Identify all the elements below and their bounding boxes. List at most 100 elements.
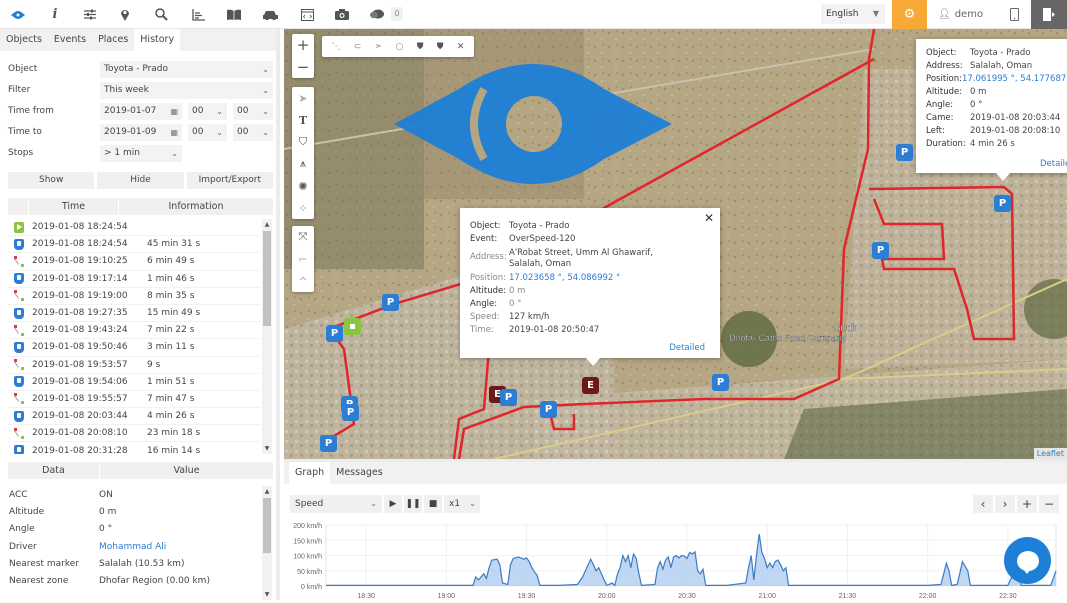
driver-link[interactable]: Mohammad Ali	[99, 542, 166, 552]
car-icon[interactable]	[255, 0, 285, 29]
chart-icon[interactable]	[183, 0, 213, 29]
filter-select[interactable]: This week ⌄	[100, 82, 273, 99]
header-time[interactable]: Time	[28, 198, 118, 215]
show-button[interactable]: Show	[8, 172, 95, 189]
book-icon[interactable]	[219, 0, 249, 29]
scroll-thumb[interactable]	[263, 498, 271, 553]
logout-button[interactable]	[1031, 0, 1067, 29]
history-row[interactable]: 2019-01-08 19:17:14 1 min 46 s	[8, 271, 260, 288]
tab-history[interactable]: History	[134, 29, 181, 51]
parking-marker[interactable]: P	[326, 325, 343, 342]
tab-graph[interactable]: Graph	[289, 462, 331, 484]
chat-icon[interactable]	[362, 0, 392, 29]
search-icon[interactable]	[146, 0, 176, 29]
scroll-thumb[interactable]	[263, 231, 271, 326]
text-tool-icon[interactable]: T	[292, 109, 314, 131]
time-to-minute-select[interactable]: 00 ⌄	[233, 124, 273, 141]
ruler-icon[interactable]: ⌐	[292, 248, 314, 270]
time-from-hour-select[interactable]: 00 ⌄	[188, 103, 227, 120]
shield-icon[interactable]: ⛊	[437, 42, 444, 52]
import-export-button[interactable]: Import/Export	[186, 172, 273, 189]
history-row[interactable]: 2019-01-08 19:55:57 7 min 47 s	[8, 391, 260, 409]
stops-select[interactable]: > 1 min ⌄	[100, 145, 182, 162]
polyline-icon[interactable]: ⋱	[332, 42, 341, 52]
map-pin-icon[interactable]	[110, 0, 140, 29]
stop-position-link[interactable]: 17.061995 °, 54.177687 °	[962, 73, 1067, 86]
parking-marker[interactable]: P	[320, 435, 337, 452]
code-window-icon[interactable]	[292, 0, 322, 29]
tab-objects[interactable]: Objects	[0, 29, 48, 51]
start-marker[interactable]: ▪	[344, 318, 361, 335]
route-icon[interactable]: ⊂	[354, 42, 362, 52]
shield-icon[interactable]: ⛊	[417, 42, 424, 52]
zoom-out-button[interactable]: −	[292, 56, 314, 78]
shield-check-icon[interactable]: ⛉	[292, 131, 314, 153]
navigate-icon[interactable]: ➤	[292, 87, 314, 109]
logo-eye-icon[interactable]	[3, 0, 33, 29]
header-information[interactable]: Information	[118, 198, 273, 215]
circle-tool-icon[interactable]: ✺	[292, 175, 314, 197]
parking-marker[interactable]: P	[382, 294, 399, 311]
leaflet-attribution[interactable]: Leaflet	[1033, 448, 1067, 459]
stop-button[interactable]: ■	[424, 495, 442, 513]
history-row[interactable]: 2019-01-08 20:31:28 16 min 14 s	[8, 442, 260, 454]
tab-messages[interactable]: Messages	[330, 462, 389, 484]
history-row[interactable]: 2019-01-08 19:50:46 3 min 11 s	[8, 339, 260, 357]
calendar-icon[interactable]: ▦	[170, 124, 178, 141]
parking-marker[interactable]: P	[342, 404, 359, 421]
graph-zoom-out-button[interactable]: −	[1039, 495, 1059, 513]
language-select[interactable]: English ▼	[821, 4, 885, 24]
circle-icon[interactable]: ○	[396, 42, 404, 52]
time-to-date-input[interactable]: 2019-01-09 ▦	[100, 124, 182, 141]
parking-marker[interactable]: P	[500, 389, 517, 406]
parking-marker[interactable]: P	[994, 195, 1011, 212]
graph-type-select[interactable]: Speed ⌄	[290, 495, 382, 513]
road-icon[interactable]: ⩚	[292, 153, 314, 175]
speed-chart[interactable]: 0 km/h 50 km/h 100 km/h 150 km/h 200 km/h 18:…	[284, 520, 1067, 603]
stop-detailed-link[interactable]: Detailed	[1040, 159, 1067, 169]
pause-button[interactable]: ❚❚	[404, 495, 422, 513]
map-view[interactable]: Sudh Dhofar Cattle Feed Company ▪ P P P …	[284, 29, 1067, 459]
scroll-up-icon[interactable]: ▲	[262, 488, 272, 495]
history-scrollbar[interactable]: ▲ ▼	[262, 219, 272, 454]
history-row[interactable]: 2019-01-08 19:27:35 15 min 49 s	[8, 305, 260, 323]
graph-zoom-in-button[interactable]: +	[1017, 495, 1037, 513]
user-menu[interactable]: 👤︎ demo	[938, 0, 983, 29]
history-row[interactable]: 2019-01-08 20:08:10 23 min 18 s	[8, 425, 260, 443]
arrow-icon[interactable]: ➣	[375, 42, 383, 52]
history-row[interactable]: 2019-01-08 18:24:54	[8, 219, 260, 237]
scroll-down-icon[interactable]: ▼	[262, 591, 272, 598]
play-button[interactable]: ▶	[384, 495, 402, 513]
header-value[interactable]: Value	[99, 462, 273, 479]
hide-button[interactable]: Hide	[97, 172, 184, 189]
time-from-date-input[interactable]: 2019-01-07 ▦	[100, 103, 182, 120]
settings-button[interactable]: ⚙	[892, 0, 927, 29]
parking-marker[interactable]: P	[896, 144, 913, 161]
tab-events[interactable]: Events	[48, 29, 92, 51]
history-row[interactable]: 2019-01-08 18:24:54 45 min 31 s	[8, 236, 260, 254]
history-row[interactable]: 2019-01-08 19:19:00 8 min 35 s	[8, 288, 260, 305]
time-from-minute-select[interactable]: 00 ⌄	[233, 103, 273, 120]
time-to-hour-select[interactable]: 00 ⌄	[188, 124, 227, 141]
close-popup-icon[interactable]: ✕	[704, 211, 714, 225]
live-chat-button[interactable]	[1004, 537, 1051, 584]
tab-places[interactable]: Places	[92, 29, 134, 51]
header-data[interactable]: Data	[8, 462, 99, 479]
data-scrollbar[interactable]: ▲ ▼	[262, 486, 272, 600]
cluster-icon[interactable]: ⁘	[292, 197, 314, 219]
popup-position-link[interactable]: 17.023658 °, 54.086992 °	[509, 272, 620, 285]
close-icon[interactable]: ✕	[457, 42, 465, 52]
playback-speed-select[interactable]: x1 ⌄	[444, 495, 480, 513]
sliders-icon[interactable]	[75, 0, 105, 29]
graph-next-button[interactable]: ›	[995, 495, 1015, 513]
calendar-icon[interactable]: ▦	[170, 103, 178, 120]
popup-detailed-link[interactable]: Detailed	[669, 343, 705, 353]
parking-marker[interactable]: P	[540, 401, 557, 418]
history-row[interactable]: 2019-01-08 20:03:44 4 min 26 s	[8, 408, 260, 426]
history-row[interactable]: 2019-01-08 19:10:25 6 min 49 s	[8, 253, 260, 271]
history-row[interactable]: 2019-01-08 19:53:57 9 s	[8, 357, 260, 374]
event-marker[interactable]: E	[582, 377, 599, 394]
graph-prev-button[interactable]: ‹	[973, 495, 993, 513]
mobile-button[interactable]	[1003, 0, 1025, 29]
zoom-in-button[interactable]: +	[292, 34, 314, 56]
